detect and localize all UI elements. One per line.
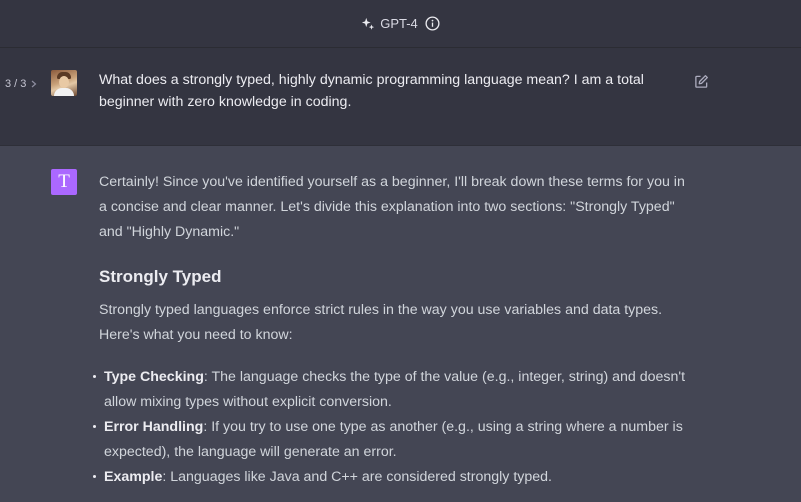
bullet-list: Type Checking: The language checks the t… (93, 365, 691, 490)
model-label: GPT-4 (380, 16, 418, 31)
message-pager: 3 / 3 (5, 78, 37, 90)
section-intro: Strongly typed languages enforce strict … (99, 302, 663, 343)
user-avatar (51, 70, 77, 96)
assistant-message-content: Certainly! Since you've identified yours… (93, 170, 691, 490)
bullet-text: : Languages like Java and C++ are consid… (162, 469, 552, 485)
edit-icon[interactable] (694, 74, 709, 89)
user-message-text: What does a strongly typed, highly dynam… (99, 72, 644, 110)
section-heading: Strongly Typed (99, 267, 222, 286)
pager-count: 3 / 3 (5, 78, 27, 90)
bullet-term: Example (104, 469, 163, 485)
assistant-intro: Certainly! Since you've identified yours… (99, 174, 685, 240)
list-item: Error Handling: If you try to use one ty… (93, 415, 691, 465)
list-item: Type Checking: The language checks the t… (93, 365, 691, 415)
model-header: GPT-4 (0, 0, 801, 48)
list-item: Example: Languages like Java and C++ are… (93, 465, 691, 490)
bullet-term: Type Checking (104, 369, 204, 385)
info-icon[interactable] (425, 16, 440, 31)
bullet-term: Error Handling (104, 419, 204, 435)
sparkle-icon (362, 17, 375, 30)
assistant-message-row: T Certainly! Since you've identified you… (0, 146, 801, 502)
chevron-right-icon[interactable] (31, 80, 37, 88)
assistant-avatar: T (51, 169, 77, 195)
user-message-row: 3 / 3 What does a strongly typed, highly… (0, 48, 801, 146)
